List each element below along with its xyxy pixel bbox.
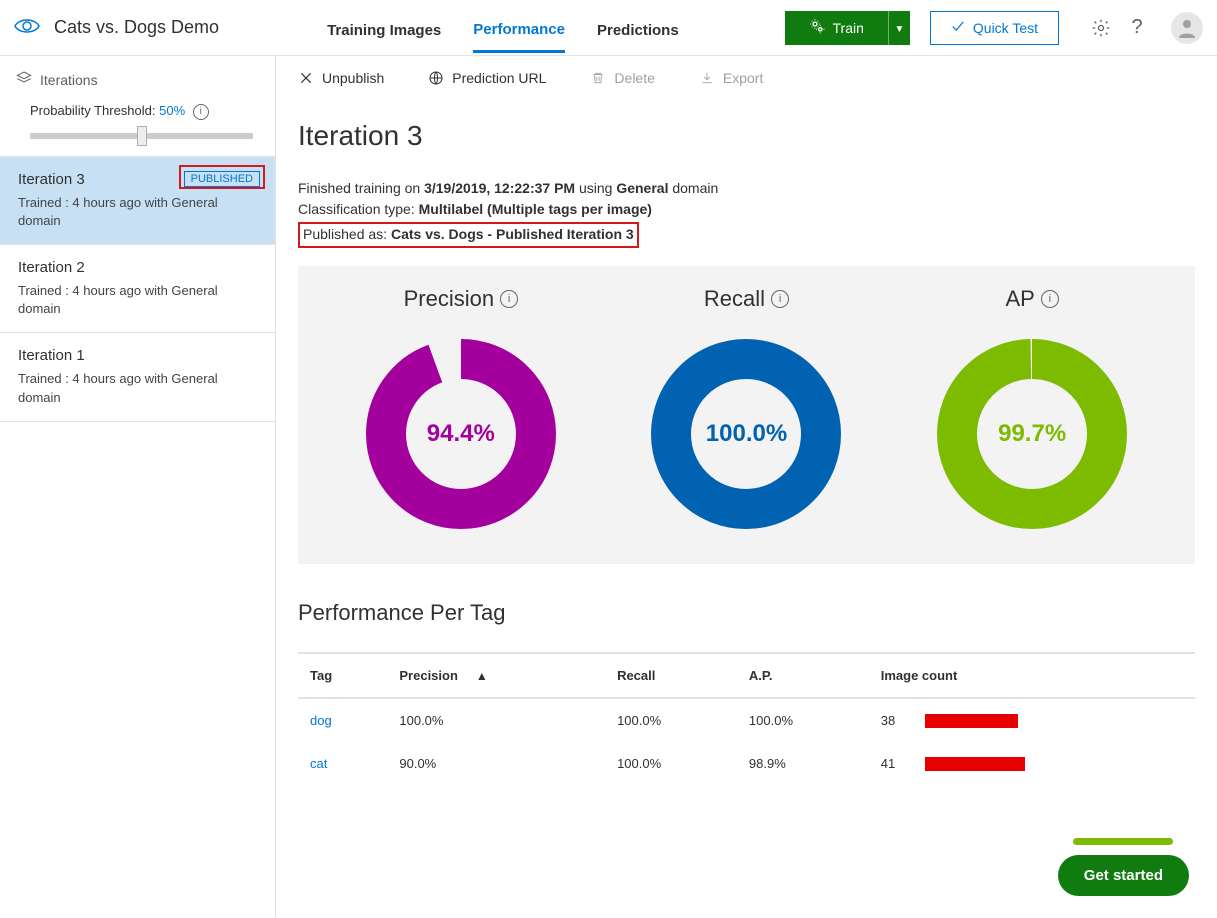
prediction-url-button[interactable]: Prediction URL xyxy=(428,70,546,86)
ap-value: 99.7% xyxy=(932,334,1132,534)
ap-metric: AP i 99.7% xyxy=(932,276,1132,534)
train-button[interactable]: Train xyxy=(785,11,888,45)
slider-thumb[interactable] xyxy=(137,126,147,146)
logo-eye-icon xyxy=(14,17,40,38)
cell-recall: 100.0% xyxy=(605,742,737,785)
nav-tabs: Training Images Performance Predictions xyxy=(327,3,679,53)
recall-label: Recall xyxy=(704,286,765,312)
per-tag-table: Tag Precision▲ Recall A.P. Image count d… xyxy=(298,652,1195,785)
unpublish-button[interactable]: Unpublish xyxy=(298,70,384,86)
iteration-title: Iteration 3 xyxy=(298,120,1195,152)
train-button-group: Train ▼ xyxy=(785,11,910,45)
iteration-name: Iteration 2 xyxy=(18,259,257,276)
iteration-toolbar: Unpublish Prediction URL Delete Export xyxy=(298,56,1195,100)
tab-training-images[interactable]: Training Images xyxy=(327,22,441,51)
iteration-meta-lines: Finished training on 3/19/2019, 12:22:37… xyxy=(298,178,1195,248)
precision-metric: Precision i 94.4% xyxy=(361,276,561,534)
sort-asc-icon: ▲ xyxy=(476,669,488,683)
recall-value: 100.0% xyxy=(646,334,846,534)
th-recall[interactable]: Recall xyxy=(605,653,737,698)
table-row: cat90.0%100.0%98.9%41 xyxy=(298,742,1195,785)
close-icon xyxy=(298,70,314,86)
settings-button[interactable] xyxy=(1087,14,1115,42)
quick-test-label: Quick Test xyxy=(973,20,1038,36)
info-icon[interactable]: i xyxy=(193,104,209,120)
precision-label: Precision xyxy=(404,286,494,312)
export-button: Export xyxy=(699,70,763,86)
gear-train-icon xyxy=(809,18,825,37)
threshold-slider[interactable] xyxy=(30,126,253,146)
globe-icon xyxy=(428,70,444,86)
progress-indicator xyxy=(1073,838,1173,845)
delete-label: Delete xyxy=(614,70,654,86)
cell-recall: 100.0% xyxy=(605,698,737,742)
th-tag[interactable]: Tag xyxy=(298,653,387,698)
metrics-panel: Precisioni 94.4% Recalli 100.0% APi 99.7… xyxy=(298,266,1195,564)
cell-precision: 90.0% xyxy=(387,742,605,785)
gear-icon xyxy=(1091,18,1111,38)
app-header: Cats vs. Dogs Demo Training Images Perfo… xyxy=(0,0,1217,56)
iteration-list: PUBLISHED Iteration 3 Trained : 4 hours … xyxy=(0,156,275,422)
sidebar: Iterations Probability Threshold: 50% i … xyxy=(0,56,276,918)
unpublish-label: Unpublish xyxy=(322,70,384,86)
info-icon[interactable]: i xyxy=(500,290,518,308)
tab-predictions[interactable]: Predictions xyxy=(597,22,679,51)
cell-precision: 100.0% xyxy=(387,698,605,742)
info-icon[interactable]: i xyxy=(1041,290,1059,308)
published-line-highlight: Published as: Cats vs. Dogs - Published … xyxy=(298,222,639,248)
precision-value: 94.4% xyxy=(361,334,561,534)
recall-metric: Recalli 100.0% xyxy=(646,276,846,534)
iteration-item-1[interactable]: Iteration 1 Trained : 4 hours ago with G… xyxy=(0,333,275,421)
help-button[interactable]: ? xyxy=(1123,14,1151,42)
iteration-meta: Trained : 4 hours ago with General domai… xyxy=(18,194,257,230)
published-badge: PUBLISHED xyxy=(184,171,260,187)
published-badge-highlight: PUBLISHED xyxy=(179,165,265,189)
ap-label: AP xyxy=(1005,286,1034,312)
cell-ap: 98.9% xyxy=(737,742,869,785)
tag-link[interactable]: dog xyxy=(298,698,387,742)
prediction-url-label: Prediction URL xyxy=(452,70,546,86)
main-content: Unpublish Prediction URL Delete Export I… xyxy=(276,56,1217,918)
th-count[interactable]: Image count xyxy=(869,653,1195,698)
info-icon[interactable]: i xyxy=(771,290,789,308)
get-started-widget: Get started xyxy=(1058,838,1189,896)
tag-link[interactable]: cat xyxy=(298,742,387,785)
cell-count: 38 xyxy=(869,698,1195,742)
quick-test-button[interactable]: Quick Test xyxy=(930,11,1059,45)
iteration-meta: Trained : 4 hours ago with General domai… xyxy=(18,282,257,318)
delete-button: Delete xyxy=(590,70,654,86)
per-tag-heading: Performance Per Tag xyxy=(298,600,1195,626)
iteration-item-3[interactable]: PUBLISHED Iteration 3 Trained : 4 hours … xyxy=(0,157,275,245)
probability-threshold: Probability Threshold: 50% i xyxy=(0,103,275,156)
project-title: Cats vs. Dogs Demo xyxy=(54,17,219,38)
get-started-button[interactable]: Get started xyxy=(1058,855,1189,896)
threshold-label: Probability Threshold: xyxy=(30,103,159,118)
trash-icon xyxy=(590,70,606,86)
iteration-item-2[interactable]: Iteration 2 Trained : 4 hours ago with G… xyxy=(0,245,275,333)
sidebar-header: Iterations xyxy=(0,56,275,103)
export-label: Export xyxy=(723,70,763,86)
th-precision[interactable]: Precision▲ xyxy=(387,653,605,698)
iteration-name: Iteration 1 xyxy=(18,347,257,364)
threshold-value: 50% xyxy=(159,103,185,118)
user-avatar[interactable] xyxy=(1171,12,1203,44)
check-icon xyxy=(951,19,965,36)
th-ap[interactable]: A.P. xyxy=(737,653,869,698)
iterations-label: Iterations xyxy=(40,72,98,88)
cell-ap: 100.0% xyxy=(737,698,869,742)
iteration-meta: Trained : 4 hours ago with General domai… xyxy=(18,370,257,406)
download-icon xyxy=(699,70,715,86)
layers-icon xyxy=(16,70,32,89)
tab-performance[interactable]: Performance xyxy=(473,21,565,53)
caret-down-icon: ▼ xyxy=(894,24,904,35)
table-row: dog100.0%100.0%100.0%38 xyxy=(298,698,1195,742)
cell-count: 41 xyxy=(869,742,1195,785)
train-button-label: Train xyxy=(833,20,864,36)
train-dropdown-button[interactable]: ▼ xyxy=(888,11,910,45)
